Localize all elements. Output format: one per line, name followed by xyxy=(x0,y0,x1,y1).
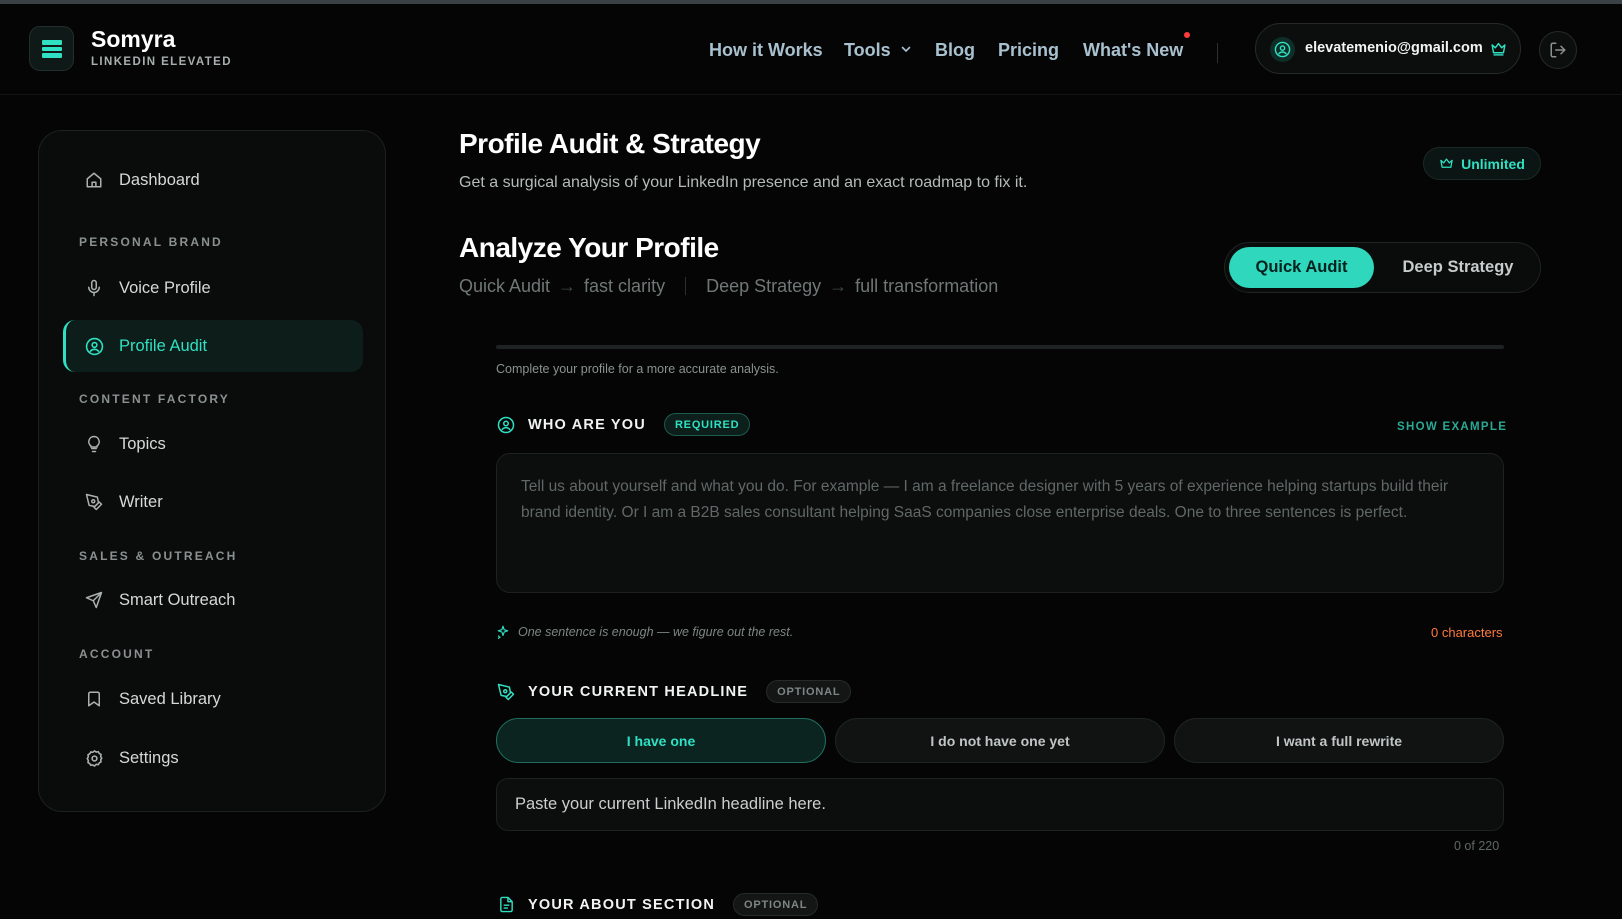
logout-button[interactable] xyxy=(1539,31,1577,69)
nav-how-it-works[interactable]: How it Works xyxy=(709,40,823,61)
quick-audit-label: Quick Audit xyxy=(459,276,551,296)
headline-label: YOUR CURRENT HEADLINE OPTIONAL xyxy=(496,680,852,703)
progress-hint: Complete your profile for a more accurat… xyxy=(496,362,779,376)
chevron-down-icon xyxy=(901,46,910,53)
user-email: elevatemenio@gmail.com xyxy=(1305,40,1483,56)
top-header: Somyra LINKEDIN ELEVATED How it Works To… xyxy=(0,4,1622,95)
sidebar-item-label: Dashboard xyxy=(119,170,200,189)
user-circle-icon xyxy=(1270,37,1295,62)
required-badge: REQUIRED xyxy=(663,413,751,436)
crown-icon xyxy=(1490,40,1507,62)
option-full-rewrite[interactable]: I want a full rewrite xyxy=(1174,718,1504,763)
mode-description: Quick Audit → fast clarity Deep Strategy → fu… xyxy=(459,276,998,297)
profile-progress-bar xyxy=(496,345,1504,349)
sidebar-item-label: Smart Outreach xyxy=(119,590,236,609)
sidebar-item-label: Writer xyxy=(119,492,163,511)
field-label-text: WHO ARE YOU xyxy=(528,416,646,433)
who-are-you-textarea[interactable]: Tell us about yourself and what you do. … xyxy=(496,453,1504,593)
plan-badge[interactable]: Unlimited xyxy=(1423,147,1541,180)
page-subtitle: Get a surgical analysis of your LinkedIn… xyxy=(459,174,1028,191)
pen-nib-icon xyxy=(83,491,105,513)
sidebar-item-profile-audit[interactable]: Profile Audit xyxy=(63,320,363,372)
optional-badge: OPTIONAL xyxy=(733,893,819,916)
nav-divider xyxy=(1217,43,1218,63)
analyze-title: Analyze Your Profile xyxy=(459,232,719,263)
page-title: Profile Audit & Strategy xyxy=(459,128,761,159)
sidebar-item-label: Settings xyxy=(119,748,179,767)
sidebar-item-settings[interactable]: Settings xyxy=(63,732,363,784)
field-label-text: YOUR ABOUT SECTION xyxy=(528,896,716,913)
crown-icon xyxy=(1440,158,1453,168)
deep-strategy-label: Deep Strategy xyxy=(706,276,822,296)
document-icon xyxy=(496,895,516,915)
headline-input[interactable]: Paste your current LinkedIn headline her… xyxy=(496,778,1504,831)
sidebar-item-smart-outreach[interactable]: Smart Outreach xyxy=(63,574,363,626)
sparkle-icon xyxy=(497,625,509,639)
sidebar-item-saved-library[interactable]: Saved Library xyxy=(63,673,363,725)
nav-tools-label: Tools xyxy=(844,40,891,60)
user-circle-icon xyxy=(496,415,516,435)
gear-icon xyxy=(83,747,105,769)
nav-tools[interactable]: Tools xyxy=(844,40,912,61)
sidebar-section-personal-brand: PERSONAL BRAND xyxy=(79,235,223,249)
quick-audit-desc: fast clarity xyxy=(584,276,666,296)
sidebar-item-voice-profile[interactable]: Voice Profile xyxy=(63,262,363,314)
send-icon xyxy=(83,589,105,611)
who-hint-text: One sentence is enough — we figure out t… xyxy=(518,625,794,639)
mode-divider xyxy=(685,277,687,295)
logo-icon[interactable] xyxy=(29,26,74,71)
quick-audit-button[interactable]: Quick Audit xyxy=(1229,247,1374,288)
about-label: YOUR ABOUT SECTION OPTIONAL xyxy=(496,893,819,916)
deep-strategy-button[interactable]: Deep Strategy xyxy=(1379,247,1537,288)
mode-toggle: Quick Audit Deep Strategy xyxy=(1224,242,1541,293)
optional-badge: OPTIONAL xyxy=(766,680,852,703)
arrow: → xyxy=(558,276,577,296)
brand-tagline: LINKEDIN ELEVATED xyxy=(91,56,232,68)
nav-whats-new[interactable]: What's New xyxy=(1083,40,1183,61)
arrow: → xyxy=(829,276,848,296)
sidebar-section-sales-outreach: SALES & OUTREACH xyxy=(79,549,238,563)
sidebar-item-dashboard[interactable]: Dashboard xyxy=(63,154,363,206)
sidebar: Dashboard PERSONAL BRAND Voice Profile P… xyxy=(38,130,386,812)
plan-badge-label: Unlimited xyxy=(1461,155,1525,172)
sidebar-item-writer[interactable]: Writer xyxy=(63,476,363,528)
sidebar-item-label: Profile Audit xyxy=(119,336,208,355)
option-no-headline[interactable]: I do not have one yet xyxy=(835,718,1165,763)
headline-char-limit: 0 of 220 xyxy=(1454,839,1500,853)
field-label-text: YOUR CURRENT HEADLINE xyxy=(528,683,749,700)
lightbulb-icon xyxy=(83,433,105,455)
sidebar-section-content-factory: CONTENT FACTORY xyxy=(79,392,231,406)
bookmark-icon xyxy=(83,688,105,710)
user-circle-icon xyxy=(83,335,105,357)
who-are-you-label: WHO ARE YOU REQUIRED xyxy=(496,413,751,436)
sidebar-item-label: Topics xyxy=(119,434,166,453)
nav-blog[interactable]: Blog xyxy=(935,40,975,61)
sidebar-item-label: Saved Library xyxy=(119,689,221,708)
pen-nib-icon xyxy=(496,682,516,702)
user-menu-button[interactable]: elevatemenio@gmail.com xyxy=(1255,23,1521,74)
brand-name[interactable]: Somyra xyxy=(91,26,175,53)
nav-pricing[interactable]: Pricing xyxy=(998,40,1059,61)
sidebar-item-label: Voice Profile xyxy=(119,278,211,297)
show-example-link[interactable]: SHOW EXAMPLE xyxy=(1397,421,1507,433)
mic-icon xyxy=(83,277,105,299)
logout-icon xyxy=(1550,42,1566,58)
home-icon xyxy=(83,169,105,191)
sidebar-section-account: ACCOUNT xyxy=(79,647,155,661)
character-count: 0 characters xyxy=(1431,625,1503,640)
option-have-headline[interactable]: I have one xyxy=(496,718,826,763)
who-hint: One sentence is enough — we figure out t… xyxy=(496,625,793,639)
notification-dot xyxy=(1184,32,1190,38)
sidebar-item-topics[interactable]: Topics xyxy=(63,418,363,470)
deep-strategy-desc: full transformation xyxy=(855,276,999,296)
